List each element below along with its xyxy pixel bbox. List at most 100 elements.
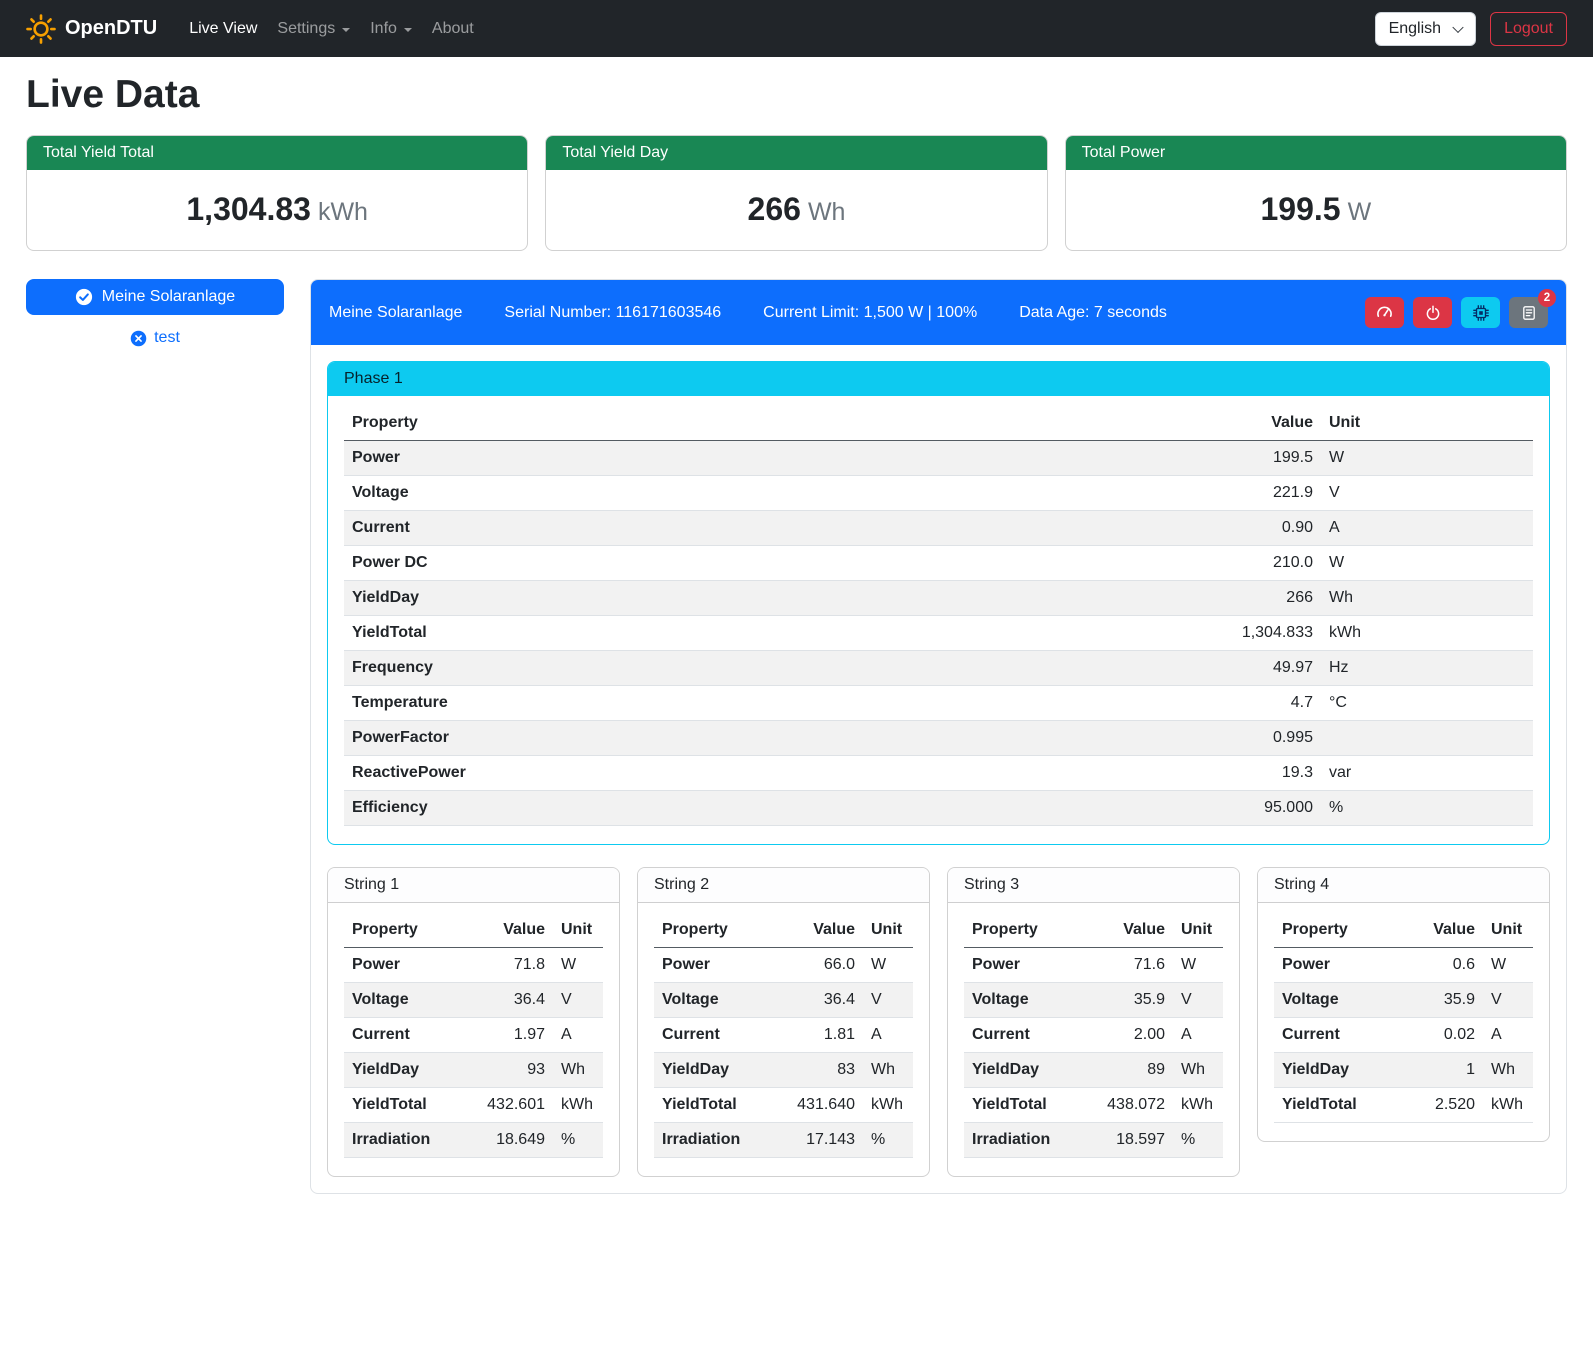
unit-cell: %	[863, 1123, 913, 1158]
table-row: Current 0.90 A	[344, 511, 1533, 546]
table-header-row: Property Value Unit	[1274, 913, 1533, 948]
unit-cell: V	[553, 983, 603, 1018]
navbar: OpenDTU Live View Settings Info About En…	[0, 0, 1593, 57]
nav-live-view-label: Live View	[189, 20, 257, 38]
summary-card-title: Total Power	[1066, 136, 1566, 170]
unit-cell: kWh	[1483, 1088, 1533, 1123]
table-row: Current 1.81 A	[654, 1018, 913, 1053]
value-column-header: Value	[771, 913, 863, 948]
property-cell: YieldDay	[964, 1053, 1081, 1088]
nav-about[interactable]: About	[422, 12, 484, 46]
unit-cell: kWh	[1321, 616, 1533, 651]
inverter-panel-body: Phase 1 Property Value Unit	[311, 345, 1566, 1193]
value-cell: 95.000	[929, 791, 1322, 826]
table-row: Power 199.5 W	[344, 441, 1533, 476]
value-cell: 71.6	[1081, 948, 1173, 983]
unit-cell: A	[1173, 1018, 1223, 1053]
brand-label: OpenDTU	[65, 17, 157, 40]
value-cell: 93	[461, 1053, 553, 1088]
string-1-card: String 1 Property Value Unit	[327, 867, 620, 1177]
unit-cell: %	[1321, 791, 1533, 826]
table-header-row: Property Value Unit	[964, 913, 1223, 948]
unit-cell: A	[863, 1018, 913, 1053]
value-cell: 221.9	[929, 476, 1322, 511]
value-cell: 18.649	[461, 1123, 553, 1158]
value-cell: 89	[1081, 1053, 1173, 1088]
value-column-header: Value	[1402, 913, 1483, 948]
unit-cell: W	[1483, 948, 1533, 983]
chevron-down-icon	[404, 28, 412, 32]
unit-column-header: Unit	[1173, 913, 1223, 948]
summary-value: 266	[748, 191, 801, 227]
phase-card-title: Phase 1	[328, 362, 1549, 396]
summary-cards: Total Yield Total 1,304.83kWh Total Yiel…	[26, 135, 1567, 251]
value-cell: 18.597	[1081, 1123, 1173, 1158]
nav-live-view[interactable]: Live View	[179, 12, 267, 46]
unit-cell: W	[553, 948, 603, 983]
limit-settings-button[interactable]	[1365, 297, 1404, 328]
nav-info[interactable]: Info	[360, 12, 422, 46]
value-cell: 4.7	[929, 686, 1322, 721]
string-4-card: String 4 Property Value Unit	[1257, 867, 1550, 1142]
unit-column-header: Unit	[1321, 406, 1533, 441]
summary-unit: W	[1348, 198, 1372, 226]
strings-grid: String 1 Property Value Unit	[327, 867, 1550, 1177]
chevron-down-icon	[1452, 21, 1463, 32]
summary-card-total-power: Total Power 199.5W	[1065, 135, 1567, 251]
summary-card-body: 1,304.83kWh	[27, 170, 527, 250]
value-cell: 431.640	[771, 1088, 863, 1123]
property-cell: Voltage	[344, 476, 929, 511]
summary-card-title: Total Yield Total	[27, 136, 527, 170]
nav-settings-label: Settings	[277, 20, 335, 38]
table-row: YieldTotal 431.640 kWh	[654, 1088, 913, 1123]
power-button[interactable]	[1413, 297, 1452, 328]
table-row: Voltage 35.9 V	[964, 983, 1223, 1018]
property-cell: Power DC	[344, 546, 929, 581]
value-cell: 199.5	[929, 441, 1322, 476]
logout-button[interactable]: Logout	[1490, 12, 1567, 46]
value-cell: 1,304.833	[929, 616, 1322, 651]
summary-card-title: Total Yield Day	[546, 136, 1046, 170]
property-cell: YieldTotal	[654, 1088, 771, 1123]
unit-cell: kWh	[1173, 1088, 1223, 1123]
property-cell: Voltage	[344, 983, 461, 1018]
value-cell: 432.601	[461, 1088, 553, 1123]
nav-settings[interactable]: Settings	[267, 12, 360, 46]
table-row: YieldTotal 432.601 kWh	[344, 1088, 603, 1123]
table-row: Frequency 49.97 Hz	[344, 651, 1533, 686]
table-row: YieldDay 83 Wh	[654, 1053, 913, 1088]
table-row: YieldTotal 438.072 kWh	[964, 1088, 1223, 1123]
property-cell: YieldDay	[654, 1053, 771, 1088]
value-cell: 83	[771, 1053, 863, 1088]
property-cell: PowerFactor	[344, 721, 929, 756]
table-row: Voltage 36.4 V	[654, 983, 913, 1018]
test-link[interactable]: test	[26, 329, 284, 347]
event-log-button[interactable]: 2	[1509, 297, 1548, 328]
unit-cell: A	[553, 1018, 603, 1053]
device-info-button[interactable]	[1461, 297, 1500, 328]
property-cell: YieldTotal	[344, 616, 929, 651]
string-card-body: Property Value Unit Power	[638, 903, 929, 1176]
property-column-header: Property	[344, 406, 929, 441]
property-cell: YieldDay	[1274, 1053, 1402, 1088]
property-cell: Irradiation	[964, 1123, 1081, 1158]
table-row: YieldDay 93 Wh	[344, 1053, 603, 1088]
table-row: Voltage 36.4 V	[344, 983, 603, 1018]
unit-cell: kWh	[553, 1088, 603, 1123]
inverter-select-button[interactable]: Meine Solaranlage	[26, 279, 284, 315]
table-row: Irradiation 18.649 %	[344, 1123, 603, 1158]
property-cell: Current	[344, 511, 929, 546]
unit-cell: kWh	[863, 1088, 913, 1123]
property-cell: Power	[654, 948, 771, 983]
language-select[interactable]: English	[1375, 12, 1476, 46]
string-card-title: String 4	[1258, 868, 1549, 903]
navbar-right: English Logout	[1375, 12, 1567, 46]
unit-cell: V	[863, 983, 913, 1018]
brand-link[interactable]: OpenDTU	[26, 14, 157, 44]
value-column-header: Value	[1081, 913, 1173, 948]
unit-cell: Wh	[1483, 1053, 1533, 1088]
inverter-serial: Serial Number: 116171603546	[504, 304, 721, 322]
property-column-header: Property	[964, 913, 1081, 948]
property-cell: YieldTotal	[964, 1088, 1081, 1123]
summary-card-body: 266Wh	[546, 170, 1046, 250]
